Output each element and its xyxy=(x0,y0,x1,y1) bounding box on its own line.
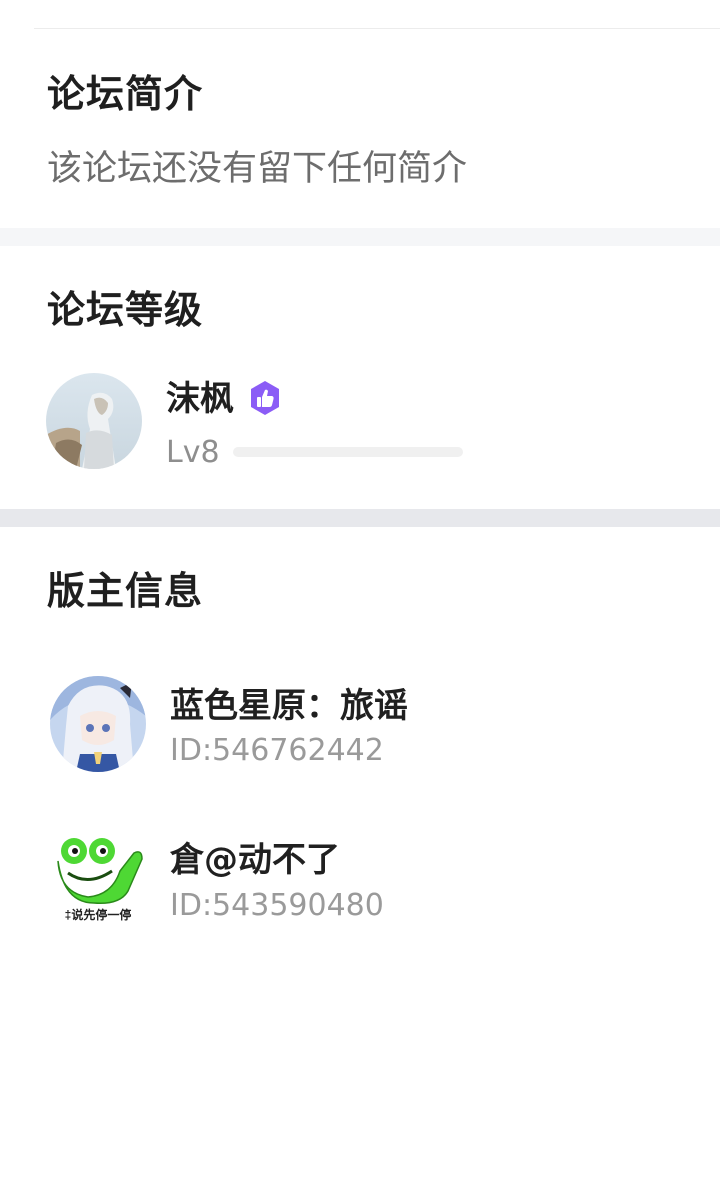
section-divider xyxy=(0,228,720,246)
user-level: Lv8 xyxy=(166,435,220,470)
level-progress-bar xyxy=(233,447,463,457)
forum-intro-text: 该论坛还没有留下任何简介 xyxy=(47,149,468,189)
user-avatar[interactable] xyxy=(46,373,142,469)
top-divider xyxy=(34,28,720,29)
moderator-info-title: 版主信息 xyxy=(47,569,204,613)
section-divider xyxy=(0,509,720,527)
moderator-name[interactable]: 倉@动不了 xyxy=(170,840,340,880)
avatar-caption-text: ‡说先停一停 xyxy=(65,907,132,922)
moderator-id: ID:546762442 xyxy=(170,733,384,768)
moderator-avatar[interactable] xyxy=(50,676,146,772)
forum-level-title: 论坛等级 xyxy=(47,288,204,332)
forum-intro-title: 论坛简介 xyxy=(47,72,204,116)
moderator-avatar[interactable]: ‡说先停一停 xyxy=(50,831,146,927)
moderator-name[interactable]: 蓝色星原：旅谣 xyxy=(170,686,408,726)
user-name[interactable]: 沫枫 xyxy=(166,379,234,419)
moderator-id: ID:543590480 xyxy=(170,888,384,923)
thumbs-up-badge-icon xyxy=(251,381,279,415)
